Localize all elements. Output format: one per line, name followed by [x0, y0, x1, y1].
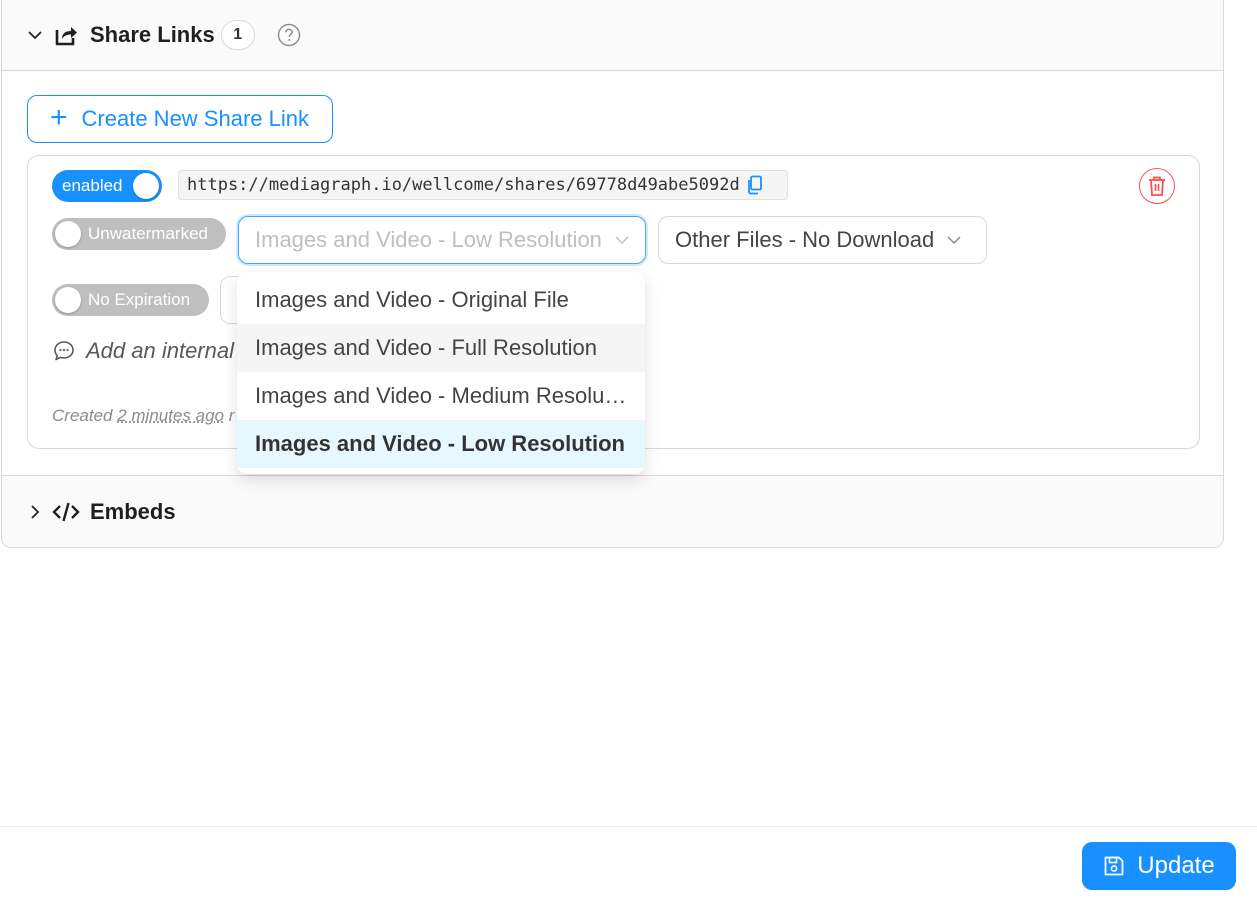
embeds-header[interactable]: Embeds — [2, 475, 1223, 547]
code-icon — [52, 498, 80, 526]
watermark-toggle[interactable]: Unwatermarked — [52, 218, 226, 250]
dropdown-option-low-resolution[interactable]: Images and Video - Low Resolution — [237, 420, 645, 468]
footer-divider — [0, 826, 1257, 827]
dropdown-option-medium-resolution[interactable]: Images and Video - Medium Resolution — [237, 372, 645, 420]
dropdown-option-label: Images and Video - Low Resolution — [255, 431, 625, 456]
share-links-header[interactable]: Share Links 1 — [2, 0, 1223, 71]
create-share-link-label: Create New Share Link — [81, 106, 309, 131]
other-files-select-value: Other Files - No Download — [675, 227, 935, 252]
save-icon — [1103, 855, 1125, 877]
chevron-down-icon[interactable] — [26, 26, 44, 44]
dropdown-option-original-file[interactable]: Images and Video - Original File — [237, 276, 645, 324]
embeds-title: Embeds — [90, 498, 176, 524]
share-links-count-badge: 1 — [220, 19, 255, 50]
update-button[interactable]: Update — [1082, 842, 1236, 890]
caret-down-icon — [946, 232, 962, 248]
chevron-right-icon[interactable] — [26, 503, 44, 521]
images-video-select-value: Images and Video - Low Resolution — [255, 227, 602, 252]
plus-icon: + — [50, 100, 68, 134]
enabled-toggle[interactable]: enabled — [52, 170, 162, 202]
share-url-text: https://mediagraph.io/wellcome/shares/69… — [187, 175, 740, 195]
toggle-knob — [55, 221, 81, 247]
trash-icon — [1147, 175, 1167, 197]
resolution-dropdown-menu: Images and Video - Original File Images … — [237, 272, 645, 474]
toggle-knob — [133, 173, 159, 199]
share-icon — [52, 21, 80, 49]
images-video-resolution-select[interactable]: Images and Video - Low Resolution — [238, 216, 646, 264]
share-url-field[interactable]: https://mediagraph.io/wellcome/shares/69… — [178, 170, 788, 200]
create-share-link-button[interactable]: + Create New Share Link — [27, 95, 333, 143]
dropdown-option-full-resolution[interactable]: Images and Video - Full Resolution — [237, 324, 645, 372]
internal-note-row[interactable]: Add an internal — [52, 338, 234, 364]
created-ago: 2 minutes ago — [117, 406, 225, 425]
toggle-knob — [55, 287, 81, 313]
created-prefix: Created — [52, 406, 113, 425]
internal-note-placeholder: Add an internal — [86, 338, 234, 363]
created-timestamp: Created 2 minutes ago r — [52, 406, 234, 426]
delete-share-link-button[interactable] — [1139, 168, 1175, 204]
enabled-toggle-label: enabled — [62, 176, 123, 195]
dropdown-option-label: Images and Video - Original File — [255, 287, 569, 312]
dropdown-option-label: Images and Video - Medium Resolution — [255, 383, 631, 408]
caret-down-icon — [614, 232, 630, 248]
other-files-select[interactable]: Other Files - No Download — [658, 216, 987, 264]
update-button-label: Update — [1137, 852, 1215, 879]
expiration-toggle[interactable]: No Expiration — [52, 284, 209, 316]
copy-icon[interactable] — [746, 175, 764, 195]
share-links-title: Share Links — [90, 21, 215, 47]
created-suffix: r — [228, 406, 235, 425]
comment-icon — [52, 339, 76, 363]
dropdown-option-label: Images and Video - Full Resolution — [255, 335, 598, 360]
help-icon[interactable] — [277, 23, 301, 47]
